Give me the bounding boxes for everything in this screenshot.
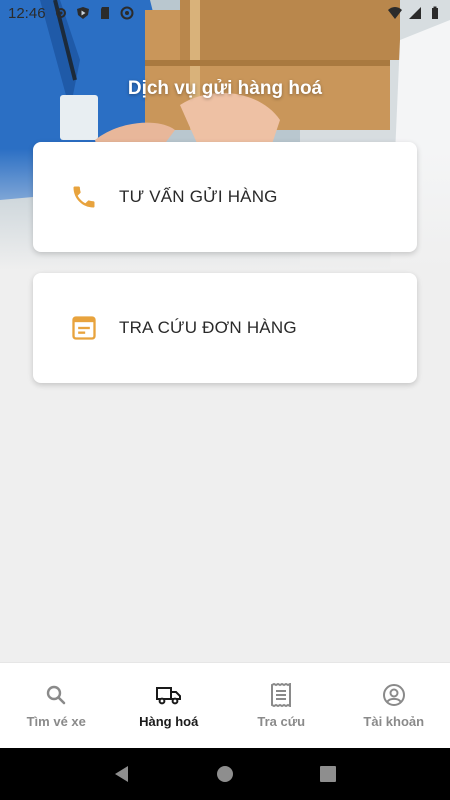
nav-item-lookup[interactable]: Tra cứu [225, 663, 338, 748]
settings-icon [55, 8, 66, 18]
nav-label-lookup: Tra cứu [257, 714, 306, 729]
document-icon [69, 313, 99, 343]
nav-label-account: Tài khoản [363, 714, 425, 729]
status-icons-left [54, 6, 134, 20]
truck-icon [155, 682, 182, 708]
sd-card-icon [100, 7, 109, 19]
home-icon[interactable] [213, 762, 237, 786]
nav-label-goods: Hàng hoá [139, 714, 199, 729]
play-protect-icon [76, 7, 89, 19]
recents-icon[interactable] [316, 762, 340, 786]
battery-icon [432, 6, 438, 19]
nav-item-goods[interactable]: Hàng hoá [113, 663, 226, 748]
back-icon[interactable] [110, 762, 134, 786]
phone-icon [69, 182, 99, 212]
order-lookup-card[interactable]: TRA CỨU ĐƠN HÀNG [33, 273, 417, 383]
consult-shipping-label: TƯ VẤN GỬI HÀNG [119, 187, 278, 206]
do-not-disturb-icon [120, 6, 134, 20]
signal-icon [409, 7, 421, 19]
status-bar: 12:46 [0, 0, 450, 26]
nav-item-account[interactable]: Tài khoản [338, 663, 450, 748]
status-time: 12:46 [8, 4, 46, 22]
order-lookup-label: TRA CỨU ĐƠN HÀNG [119, 318, 297, 337]
wifi-icon [388, 7, 402, 19]
consult-shipping-card[interactable]: TƯ VẤN GỬI HÀNG [33, 142, 417, 252]
system-navigation-bar [0, 748, 450, 800]
nav-label-find-tickets: Tìm vé xe [26, 714, 86, 729]
bottom-navigation: Tìm vé xe Hàng hoá Tra cứu Tài khoản [0, 662, 450, 748]
page-title: Dịch vụ gửi hàng hoá [127, 78, 323, 99]
account-icon [381, 682, 407, 708]
receipt-icon [268, 682, 294, 708]
nav-item-find-tickets[interactable]: Tìm vé xe [0, 663, 113, 748]
status-icons-right [388, 6, 442, 20]
search-icon [43, 682, 69, 708]
